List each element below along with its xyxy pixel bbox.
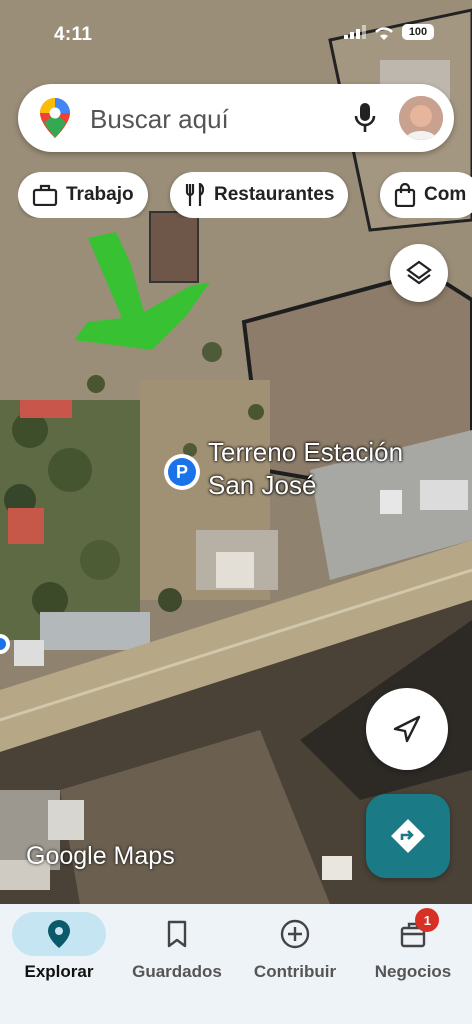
layers-button[interactable] [390,244,448,302]
shopping-bag-icon [394,183,416,207]
directions-button[interactable] [366,794,450,878]
category-chips: Trabajo Restaurantes Com [18,172,472,218]
nav-guardados[interactable]: Guardados [118,904,236,1004]
chip-com-label: Com [424,184,467,205]
nav-contribuir-label: Contribuir [253,962,337,981]
chip-restaurantes[interactable]: Restaurantes [170,172,349,218]
microphone-icon[interactable] [352,102,378,134]
briefcase-icon [32,184,58,206]
nav-explorar-label: Explorar [24,962,94,981]
navigation-arrow-icon [393,715,421,743]
nav-contribuir-icon-container [248,912,342,956]
add-circle-icon [280,919,310,949]
nav-negocios-icon-container [366,912,460,956]
chip-trabajo-label: Trabajo [66,184,134,205]
nav-contribuir[interactable]: Contribuir [236,904,354,1004]
nav-guardados-label: Guardados [132,962,222,981]
search-placeholder[interactable]: Buscar aquí [90,104,229,135]
nav-guardados-icon-container [130,912,224,956]
bottom-navigation: Explorar Guardados Contribuir 1 Negocios [0,904,472,1024]
place-marker[interactable]: P [164,454,200,490]
user-avatar[interactable] [399,96,443,140]
search-bar[interactable]: Buscar aquí [18,84,454,152]
status-time: 4:11 [54,24,93,45]
status-indicators: 100 [344,24,434,40]
google-maps-pin-icon [40,98,70,138]
chip-trabajo[interactable]: Trabajo [18,172,148,218]
place-name-line2: San José [208,470,317,500]
directions-icon [391,819,425,853]
place-name-line1: Terreno Estación [208,437,404,467]
place-label[interactable]: Terreno Estación San José [208,436,403,502]
chip-com[interactable]: Com [380,172,472,218]
cellular-signal-icon [344,25,366,39]
chip-restaurantes-label: Restaurantes [214,184,335,205]
status-bar: 4:11 100 [0,0,472,60]
google-maps-watermark: Google Maps [26,842,175,870]
parking-marker-icon: P [168,458,196,486]
nav-explorar[interactable]: Explorar [0,904,118,1004]
bookmark-icon [167,920,187,948]
nav-negocios[interactable]: 1 Negocios [354,904,472,1004]
my-location-button[interactable] [366,688,448,770]
battery-indicator: 100 [402,24,434,40]
nav-explorar-icon-container [12,912,106,956]
wifi-icon [375,26,393,40]
nav-negocios-label: Negocios [374,962,452,981]
layers-icon [406,260,432,285]
location-pin-icon [48,920,70,948]
fork-knife-icon [185,183,205,206]
